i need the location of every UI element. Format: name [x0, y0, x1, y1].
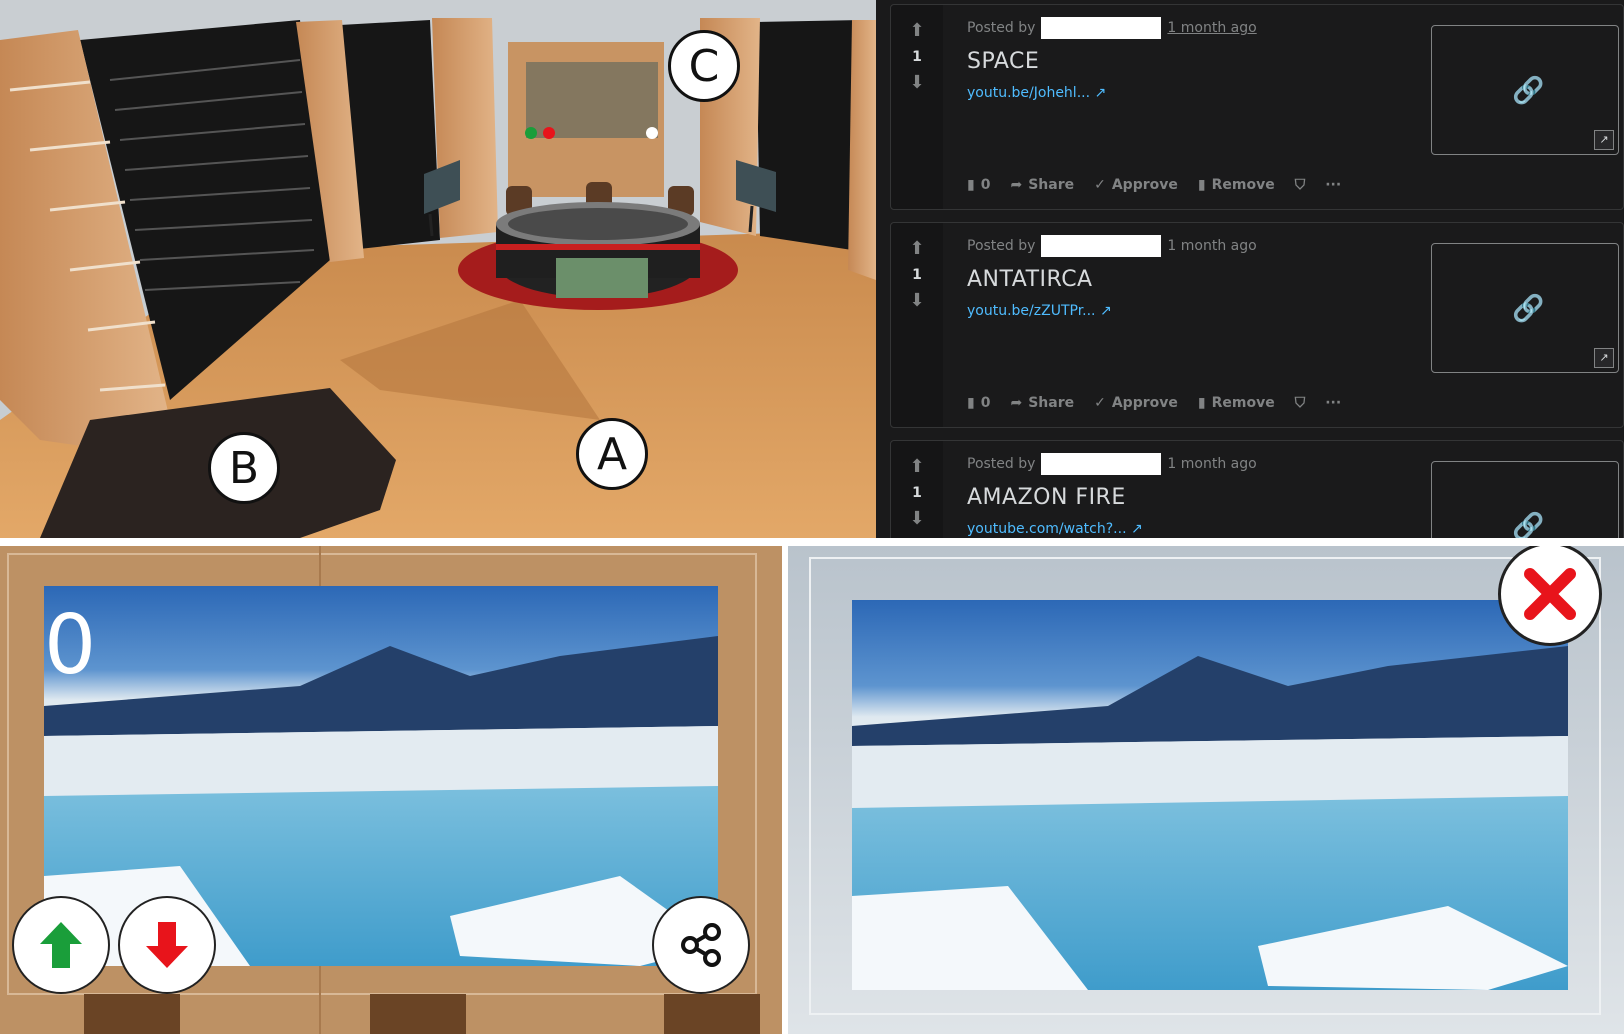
- post-link-text[interactable]: youtu.be/zZUTPr...: [967, 303, 1096, 319]
- downvote-icon[interactable]: ⬇: [906, 509, 928, 529]
- downvote-button[interactable]: [118, 896, 216, 994]
- shield-icon: ⛉: [1294, 177, 1306, 193]
- post-title[interactable]: SPACE: [967, 49, 1039, 74]
- post-actions: ▮ 0 ➦ Share ✓ Approve ▮ Remove ⛉ ···: [967, 395, 1341, 411]
- marker-a: A: [576, 418, 648, 490]
- green-up-arrow-icon: [40, 922, 82, 968]
- link-thumbnail[interactable]: 🔗 ↗: [1431, 25, 1619, 155]
- post-feed: ⬆ 1 ⬇ Posted by 1 month ago SPACE youtu.…: [876, 0, 1624, 538]
- red-down-arrow-icon: [146, 922, 188, 968]
- close-icon: [1524, 568, 1576, 620]
- post-age[interactable]: 1 month ago: [1167, 20, 1256, 36]
- trash-icon: ▮: [1197, 177, 1206, 193]
- vote-column: ⬆ 1 ⬇: [891, 5, 943, 209]
- post-actions: ▮ 0 ➦ Share ✓ Approve ▮ Remove ⛉ ···: [967, 177, 1341, 193]
- external-link-icon: ↗: [1130, 521, 1143, 537]
- post-title[interactable]: AMAZON FIRE: [967, 485, 1126, 510]
- approve-button[interactable]: ✓ Approve: [1094, 395, 1178, 411]
- post-link[interactable]: youtu.be/zZUTPr... ↗: [967, 303, 1112, 319]
- comment-count: 0: [980, 177, 991, 193]
- board-closeup: 0: [0, 546, 782, 1034]
- share-label: Share: [1028, 395, 1075, 411]
- remove-button[interactable]: ▮ Remove: [1198, 177, 1275, 193]
- share-icon: [681, 923, 721, 967]
- comment-icon: ▮: [967, 177, 975, 193]
- redacted-username: [1041, 17, 1162, 39]
- expanded-image-view: [788, 546, 1624, 1034]
- vote-column: ⬆ 1 ⬇: [891, 441, 943, 538]
- comments-button[interactable]: ▮ 0: [967, 395, 990, 411]
- post-age[interactable]: 1 month ago: [1167, 456, 1256, 472]
- approve-label: Approve: [1111, 395, 1178, 411]
- shield-icon: ⛉: [1294, 395, 1306, 411]
- comments-button[interactable]: ▮ 0: [967, 177, 990, 193]
- share-label: Share: [1028, 177, 1075, 193]
- mod-shield-button[interactable]: ⛉: [1295, 177, 1306, 193]
- vote-counter: 0: [44, 598, 97, 693]
- posted-by-label: Posted by: [967, 238, 1036, 254]
- vote-column: ⬆ 1 ⬇: [891, 223, 943, 427]
- studio-3d-view: A B C: [0, 0, 876, 538]
- post-meta: Posted by 1 month ago: [967, 453, 1257, 475]
- chain-link-icon: 🔗: [1512, 294, 1545, 324]
- post-link-text[interactable]: youtu.be/Johehl...: [967, 85, 1090, 101]
- trash-icon: ▮: [1197, 395, 1206, 411]
- expand-icon[interactable]: ↗: [1594, 130, 1614, 150]
- link-thumbnail[interactable]: 🔗 ↗: [1431, 243, 1619, 373]
- posted-by-label: Posted by: [967, 456, 1036, 472]
- chain-link-icon: 🔗: [1512, 76, 1545, 106]
- remove-label: Remove: [1211, 177, 1275, 193]
- expanded-scene: [788, 546, 1624, 1034]
- upvote-icon[interactable]: ⬆: [906, 21, 928, 41]
- comment-count: 0: [980, 395, 991, 411]
- external-link-icon: ↗: [1099, 303, 1112, 319]
- downvote-icon[interactable]: ⬇: [906, 291, 928, 311]
- post-title[interactable]: ANTATIRCA: [967, 267, 1093, 292]
- remove-button[interactable]: ▮ Remove: [1198, 395, 1275, 411]
- post-score: 1: [912, 267, 922, 283]
- link-thumbnail[interactable]: 🔗: [1431, 461, 1619, 538]
- posted-by-label: Posted by: [967, 20, 1036, 36]
- close-button[interactable]: [1498, 546, 1602, 646]
- marker-b: B: [208, 432, 280, 504]
- mod-shield-button[interactable]: ⛉: [1295, 395, 1306, 411]
- post-card[interactable]: ⬆ 1 ⬇ Posted by 1 month ago ANTATIRCA yo…: [890, 222, 1624, 428]
- check-icon: ✓: [1094, 177, 1106, 193]
- share-icon: ➦: [1010, 395, 1023, 411]
- expand-icon[interactable]: ↗: [1594, 348, 1614, 368]
- share-button[interactable]: [652, 896, 750, 994]
- post-meta: Posted by 1 month ago: [967, 235, 1257, 257]
- downvote-icon[interactable]: ⬇: [906, 73, 928, 93]
- post-link-text[interactable]: youtube.com/watch?...: [967, 521, 1127, 537]
- comment-icon: ▮: [967, 395, 975, 411]
- post-link[interactable]: youtu.be/Johehl... ↗: [967, 85, 1106, 101]
- more-options-button[interactable]: ···: [1325, 395, 1341, 411]
- upvote-button[interactable]: [12, 896, 110, 994]
- post-card[interactable]: ⬆ 1 ⬇ Posted by 1 month ago AMAZON FIRE …: [890, 440, 1624, 538]
- redacted-username: [1041, 453, 1162, 475]
- approve-label: Approve: [1111, 177, 1178, 193]
- post-score: 1: [912, 49, 922, 65]
- upvote-icon[interactable]: ⬆: [906, 457, 928, 477]
- remove-label: Remove: [1211, 395, 1275, 411]
- share-icon: ➦: [1010, 177, 1023, 193]
- approve-button[interactable]: ✓ Approve: [1094, 177, 1178, 193]
- post-age[interactable]: 1 month ago: [1167, 238, 1256, 254]
- post-score: 1: [912, 485, 922, 501]
- post-meta: Posted by 1 month ago: [967, 17, 1257, 39]
- marker-c: C: [668, 30, 740, 102]
- check-icon: ✓: [1094, 395, 1106, 411]
- more-options-button[interactable]: ···: [1325, 177, 1341, 193]
- upvote-icon[interactable]: ⬆: [906, 239, 928, 259]
- studio-scene: [0, 0, 876, 538]
- redacted-username: [1041, 235, 1162, 257]
- external-link-icon: ↗: [1094, 85, 1107, 101]
- share-button[interactable]: ➦ Share: [1010, 177, 1074, 193]
- post-card[interactable]: ⬆ 1 ⬇ Posted by 1 month ago SPACE youtu.…: [890, 4, 1624, 210]
- chain-link-icon: 🔗: [1512, 512, 1545, 538]
- share-button[interactable]: ➦ Share: [1010, 395, 1074, 411]
- post-link[interactable]: youtube.com/watch?... ↗: [967, 521, 1143, 537]
